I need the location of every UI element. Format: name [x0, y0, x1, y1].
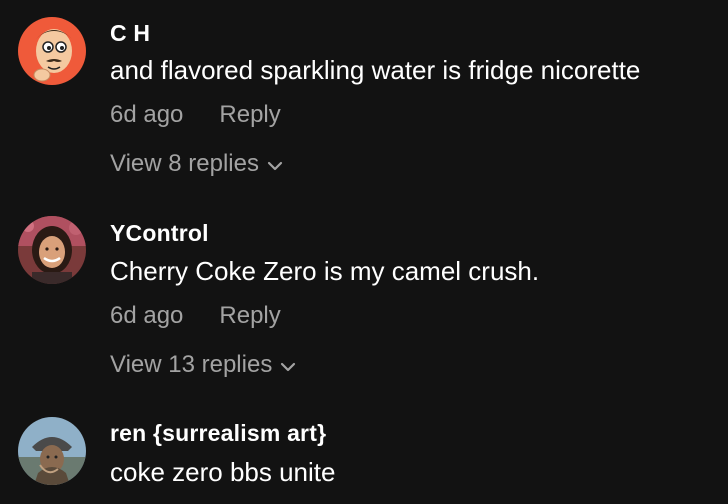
cartoon-face-avatar-icon — [18, 17, 86, 85]
chevron-down-icon — [267, 161, 283, 171]
comment-meta: 6d ago Reply — [110, 302, 281, 330]
comment-meta: 6d ago Reply — [110, 101, 281, 129]
avatar[interactable] — [18, 417, 86, 485]
comment-username[interactable]: C H — [110, 20, 150, 47]
comment-item: YControl Cherry Coke Zero is my camel cr… — [0, 200, 728, 400]
avatar[interactable] — [18, 17, 86, 85]
comment-text: and flavored sparkling water is fridge n… — [110, 55, 641, 85]
comment-timestamp: 6d ago — [110, 302, 184, 329]
comment-timestamp: 6d ago — [110, 101, 184, 128]
reply-button[interactable]: Reply — [219, 101, 280, 129]
comment-username[interactable]: YControl — [110, 220, 209, 247]
comment-text: Cherry Coke Zero is my camel crush. — [110, 256, 540, 286]
reply-button[interactable]: Reply — [219, 302, 280, 330]
chevron-down-icon — [281, 362, 296, 372]
comment-username[interactable]: ren {surrealism art} — [110, 420, 326, 447]
avatar[interactable] — [18, 216, 86, 284]
view-replies-label: View 8 replies — [110, 150, 259, 177]
art-avatar-icon — [18, 417, 86, 485]
photo-avatar-icon — [18, 216, 86, 284]
comment-item: C H and flavored sparkling water is frid… — [0, 0, 728, 200]
view-replies-label: View 13 replies — [110, 351, 273, 378]
view-replies-button[interactable]: View 8 replies — [110, 150, 283, 178]
comment-text: coke zero bbs unite — [110, 457, 336, 487]
view-replies-button[interactable]: View 13 replies — [110, 351, 296, 379]
comment-item: ren {surrealism art} coke zero bbs unite — [0, 400, 728, 504]
